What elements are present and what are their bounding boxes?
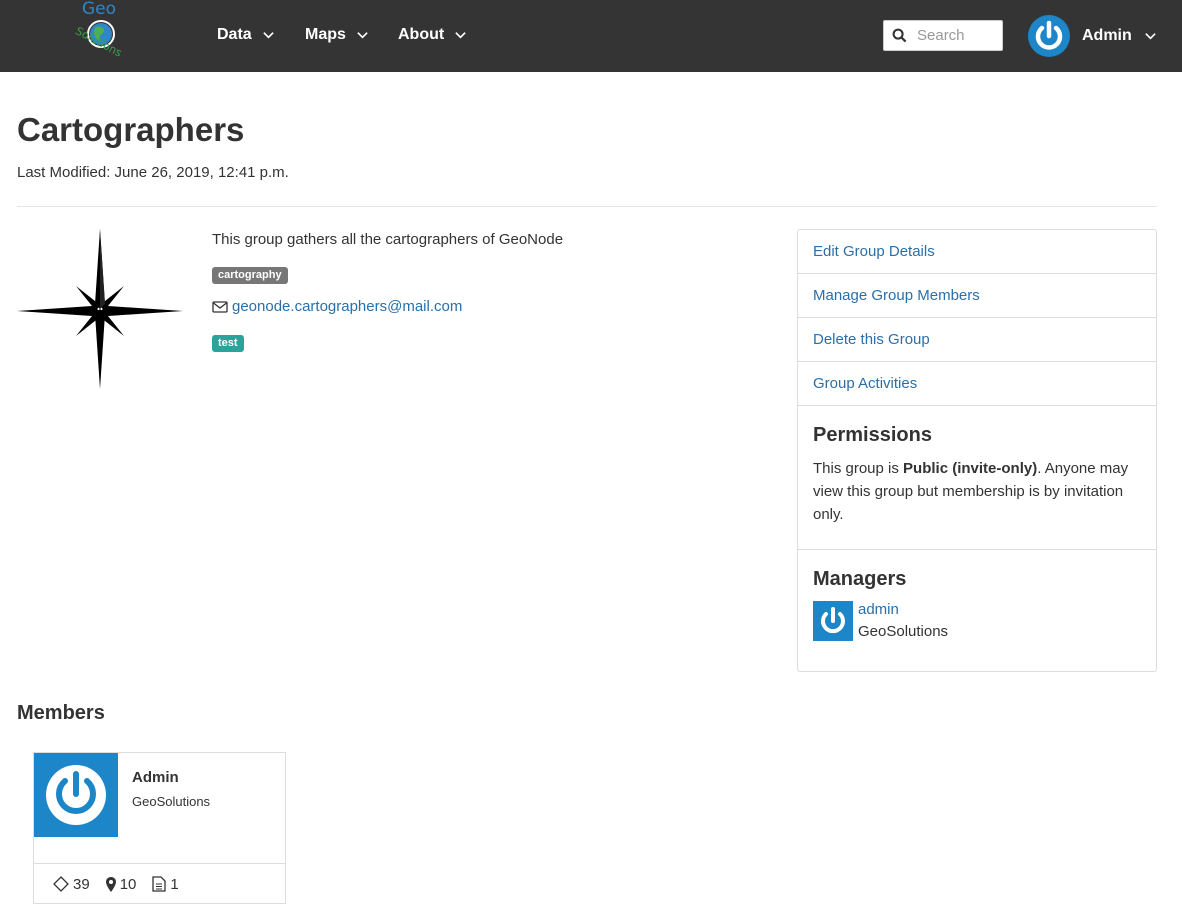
- member-layers-count[interactable]: 39: [53, 876, 90, 893]
- power-icon: [1035, 20, 1063, 50]
- user-name-label: Admin: [1082, 27, 1132, 44]
- permissions-prefix: This group is: [813, 460, 904, 477]
- search-input[interactable]: [917, 27, 997, 44]
- permissions-text: This group is Public (invite-only). Anyo…: [813, 457, 1141, 526]
- maps-count: 10: [119, 875, 137, 893]
- compass-star-logo: [17, 229, 183, 389]
- managers-title: Managers: [813, 568, 907, 590]
- chevron-down-icon: [262, 31, 274, 39]
- documents-count: 1: [170, 875, 179, 893]
- envelope-icon: [212, 300, 228, 313]
- layers-count: 39: [73, 875, 90, 893]
- permissions-section: Permissions This group is Public (invite…: [798, 406, 1156, 550]
- last-modified-text: Last Modified: June 26, 2019, 12:41 p.m.: [17, 164, 289, 181]
- manager-item: admin GeoSolutions: [813, 601, 1141, 643]
- category-tag[interactable]: test: [212, 335, 244, 352]
- delete-group-link[interactable]: Delete this Group: [798, 318, 1156, 362]
- members-title: Members: [17, 702, 105, 724]
- managers-section: Managers admin GeoSolutions: [798, 550, 1156, 643]
- group-actions-panel: Edit Group Details Manage Group Members …: [797, 229, 1157, 672]
- document-icon: [152, 876, 167, 892]
- search-box: [883, 20, 1003, 51]
- chevron-down-icon: [357, 31, 368, 39]
- power-icon: [46, 765, 106, 825]
- permissions-status: Public (invite-only): [903, 460, 1038, 477]
- keyword-tag[interactable]: cartography: [212, 267, 288, 284]
- manager-info: admin GeoSolutions: [858, 599, 948, 643]
- top-navbar: Geo Solutions Data Maps About Admin: [0, 0, 1182, 72]
- page-title: Cartographers: [17, 111, 245, 148]
- member-org: GeoSolutions: [132, 794, 211, 809]
- layers-diamond-icon: [53, 876, 69, 892]
- edit-group-details-link[interactable]: Edit Group Details: [798, 230, 1156, 274]
- nav-maps-label: Maps: [305, 26, 346, 43]
- logo-text-geo: Geo: [82, 0, 116, 19]
- header-divider: [17, 206, 1157, 207]
- group-activities-link[interactable]: Group Activities: [798, 362, 1156, 406]
- nav-data-label: Data: [217, 26, 252, 43]
- nav-about-label: About: [398, 26, 445, 43]
- member-avatar[interactable]: [34, 753, 118, 837]
- nav-data-menu[interactable]: Data: [217, 26, 275, 44]
- search-icon[interactable]: [892, 28, 907, 43]
- power-icon: [821, 607, 845, 634]
- permissions-title: Permissions: [813, 424, 932, 446]
- user-avatar: [1028, 15, 1070, 57]
- manager-org: GeoSolutions: [858, 623, 949, 640]
- email-link[interactable]: geonode.cartographers@mail.com: [232, 298, 462, 315]
- chevron-down-icon: [455, 31, 466, 39]
- member-documents-count[interactable]: 1: [152, 875, 179, 893]
- user-menu[interactable]: Admin: [1028, 15, 1157, 57]
- manager-name-link[interactable]: admin: [858, 599, 948, 621]
- manager-avatar[interactable]: [813, 601, 853, 641]
- geosolutions-logo[interactable]: Geo Solutions: [62, 0, 142, 70]
- manage-group-members-link[interactable]: Manage Group Members: [798, 274, 1156, 318]
- chevron-down-icon: [1145, 32, 1156, 40]
- group-description: This group gathers all the cartographers…: [212, 231, 564, 248]
- group-email: geonode.cartographers@mail.com: [212, 298, 462, 315]
- map-marker-icon: [105, 876, 116, 892]
- member-name[interactable]: Admin: [132, 769, 179, 786]
- member-stats: 39 10 1: [34, 863, 285, 904]
- member-maps-count[interactable]: 10: [105, 875, 137, 893]
- member-card[interactable]: Admin GeoSolutions 39 10 1: [33, 752, 286, 904]
- nav-about-menu[interactable]: About: [398, 26, 467, 44]
- nav-maps-menu[interactable]: Maps: [305, 26, 369, 44]
